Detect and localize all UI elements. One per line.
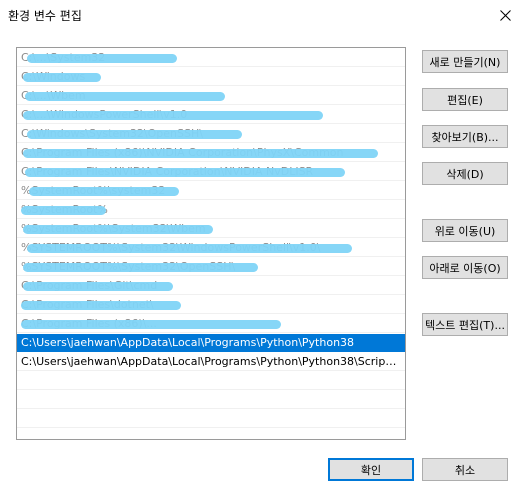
list-item-text: C:\Users\jaehwan\AppData\Local\Programs\…	[21, 355, 400, 368]
list-item[interactable]: %SYSTEMROOT%\System32\OpenSSH\	[17, 258, 405, 276]
list-item[interactable]: C:\Program Files\dotnet\	[17, 296, 405, 314]
redaction-mark	[23, 282, 173, 291]
list-item[interactable]: %SystemRoot%\system32	[17, 182, 405, 200]
empty-row	[17, 372, 405, 390]
redaction-mark	[23, 225, 213, 234]
list-item[interactable]: C:\Program Files\Git\cmd	[17, 277, 405, 295]
move-down-button[interactable]: 아래로 이동(O)	[422, 256, 508, 279]
redaction-mark	[25, 168, 345, 177]
close-icon	[499, 9, 511, 21]
window-title: 환경 변수 편집	[8, 9, 82, 23]
redaction-mark	[21, 301, 181, 310]
empty-row	[17, 410, 405, 428]
list-item[interactable]: C:\Program Files (x86)\NVIDIA Corporatio…	[17, 144, 405, 162]
list-item[interactable]: C:\Program Files (x86)\...	[17, 315, 405, 333]
redaction-mark	[23, 149, 378, 158]
list-item[interactable]: C:\Windows	[17, 68, 405, 86]
redaction-mark	[27, 130, 242, 139]
redaction-mark	[29, 187, 179, 196]
close-button[interactable]	[488, 0, 522, 30]
move-up-button[interactable]: 위로 이동(U)	[422, 219, 508, 242]
list-item[interactable]: C:\...\WindowsPowerShell\v1.0	[17, 106, 405, 124]
list-item[interactable]: %SYSTEMROOT%\System32\WindowsPowerShell\…	[17, 239, 405, 257]
list-item[interactable]: C:\Windows\System32\OpenSSH\	[17, 125, 405, 143]
redaction-mark	[23, 263, 258, 272]
path-list[interactable]: C:\...\System32C:\WindowsC:\...\WbemC:\.…	[16, 47, 406, 440]
redaction-mark	[21, 320, 281, 329]
edit-text-button[interactable]: 텍스트 편집(T)...	[422, 313, 508, 336]
ok-button[interactable]: 확인	[328, 458, 414, 481]
redaction-mark	[27, 244, 352, 253]
redaction-mark	[23, 73, 101, 82]
redaction-mark	[25, 92, 225, 101]
redaction-mark	[27, 54, 177, 63]
empty-row	[17, 391, 405, 409]
delete-button[interactable]: 삭제(D)	[422, 162, 508, 185]
cancel-button[interactable]: 취소	[422, 458, 508, 481]
empty-row	[17, 429, 405, 439]
list-item[interactable]: C:\...\Wbem	[17, 87, 405, 105]
list-item[interactable]: C:\Users\jaehwan\AppData\Local\Programs\…	[17, 334, 405, 352]
list-item[interactable]: C:\Program Files\NVIDIA Corporation\NVID…	[17, 163, 405, 181]
redaction-mark	[23, 111, 323, 120]
list-item[interactable]: C:\Users\jaehwan\AppData\Local\Programs\…	[17, 353, 405, 371]
edit-button[interactable]: 편집(E)	[422, 88, 508, 111]
redaction-mark	[21, 206, 106, 215]
new-button[interactable]: 새로 만들기(N)	[422, 50, 508, 73]
browse-button[interactable]: 찾아보기(B)...	[422, 125, 508, 148]
list-item[interactable]: %SystemRoot%	[17, 201, 405, 219]
list-item[interactable]: C:\...\System32	[17, 49, 405, 67]
list-item-text: C:\Users\jaehwan\AppData\Local\Programs\…	[21, 336, 355, 349]
list-item[interactable]: %SystemRoot%\System32\Wbem	[17, 220, 405, 238]
title-bar: 환경 변수 편집	[0, 0, 522, 30]
